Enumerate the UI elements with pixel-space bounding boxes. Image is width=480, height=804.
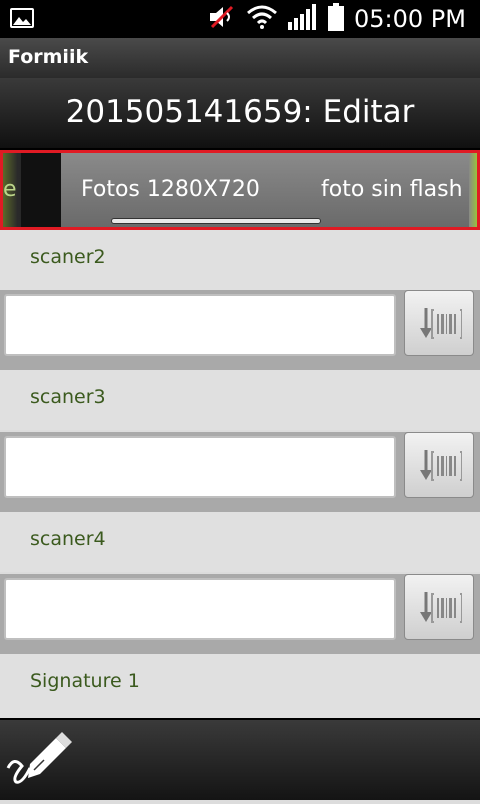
page-header: 201505141659: Editar <box>0 78 480 150</box>
field-label-scaner4: scaner4 <box>30 528 106 550</box>
field-label-row: scaner4 <box>0 512 480 572</box>
field-label-scaner2: scaner2 <box>30 246 106 268</box>
page-title: 201505141659: Editar <box>65 94 415 130</box>
wifi-icon <box>246 5 278 33</box>
field-row-scaner3 <box>0 432 480 512</box>
status-time: 05:00 PM <box>354 5 466 33</box>
bottom-action-bar <box>0 718 480 800</box>
tab-fotos-1280x720[interactable]: Fotos 1280X720 <box>81 177 260 202</box>
scaner3-input[interactable] <box>4 436 396 498</box>
scaner3-scan-button[interactable] <box>404 432 474 498</box>
tab-partial[interactable]: e <box>3 153 61 227</box>
gallery-icon <box>10 8 34 28</box>
scaner4-input[interactable] <box>4 578 396 640</box>
signature-button[interactable] <box>0 720 80 800</box>
field-label-row: scaner3 <box>0 370 480 430</box>
field-label-row: scaner2 <box>0 230 480 290</box>
app-title-bar: Formiik <box>0 38 480 78</box>
field-label-signature-1: Signature 1 <box>30 670 140 692</box>
scaner4-scan-button[interactable] <box>404 574 474 640</box>
tab-partial-label: e <box>3 177 17 202</box>
app-title: Formiik <box>8 46 89 68</box>
battery-icon <box>328 3 345 35</box>
tab-foto-sin-flash[interactable]: foto sin flash <box>321 177 463 202</box>
signature-icon <box>0 732 80 804</box>
field-label-row: Signature 1 <box>0 654 480 718</box>
signal-icon <box>288 4 318 34</box>
status-bar: 05:00 PM <box>0 0 480 38</box>
tab-strip[interactable]: e Fotos 1280X720 foto sin flash <box>0 150 480 230</box>
scaner2-scan-button[interactable] <box>404 290 474 356</box>
scaner2-input[interactable] <box>4 294 396 356</box>
tab-scroll-indicator <box>111 218 321 224</box>
field-row-scaner2 <box>0 290 480 370</box>
field-row-scaner4 <box>0 574 480 654</box>
mute-icon <box>208 5 236 33</box>
field-label-scaner3: scaner3 <box>30 386 106 408</box>
